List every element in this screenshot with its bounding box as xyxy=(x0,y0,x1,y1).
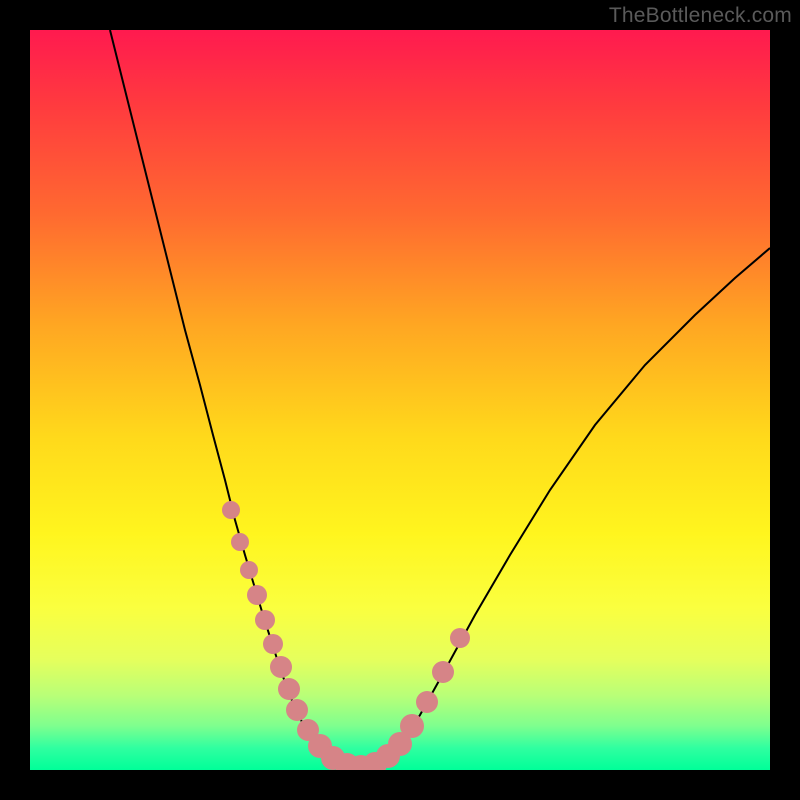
plot-area xyxy=(30,30,770,770)
marker-dot xyxy=(278,678,300,700)
marker-dot xyxy=(270,656,292,678)
marker-dot xyxy=(432,661,454,683)
attribution-text: TheBottleneck.com xyxy=(609,4,792,28)
marker-dot xyxy=(263,634,283,654)
marker-dot xyxy=(222,501,240,519)
marker-dot xyxy=(400,714,424,738)
marker-dot xyxy=(286,699,308,721)
chart-frame: TheBottleneck.com xyxy=(0,0,800,800)
marker-dot xyxy=(255,610,275,630)
marker-dot xyxy=(240,561,258,579)
marker-dots xyxy=(222,501,470,770)
marker-dot xyxy=(231,533,249,551)
marker-dot xyxy=(450,628,470,648)
curve-layer xyxy=(30,30,770,770)
marker-dot xyxy=(416,691,438,713)
marker-dot xyxy=(247,585,267,605)
bottleneck-curve xyxy=(110,30,770,768)
